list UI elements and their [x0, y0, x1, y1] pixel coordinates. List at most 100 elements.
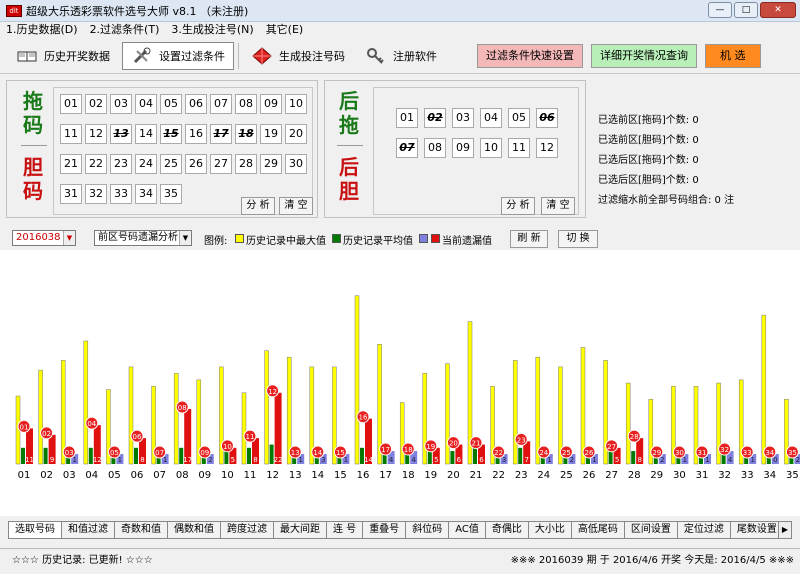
- x-tick-label: 29: [650, 470, 663, 481]
- tab-scroll-right-icon[interactable]: ▶: [778, 521, 792, 539]
- tab-14[interactable]: 定位过滤: [677, 521, 731, 539]
- minimize-button[interactable]: —: [708, 2, 732, 18]
- maximize-button[interactable]: □: [734, 2, 758, 18]
- tab-0[interactable]: 选取号码: [8, 521, 62, 539]
- number-button[interactable]: 10: [285, 94, 307, 114]
- tab-12[interactable]: 高低尾码: [571, 521, 625, 539]
- number-button[interactable]: 33: [110, 184, 132, 204]
- history-data-button[interactable]: 历史开奖数据: [8, 42, 118, 70]
- menu-filters[interactable]: 2.过滤条件(T): [90, 22, 160, 38]
- draw-detail-button[interactable]: 详细开奖情况查询: [591, 43, 697, 68]
- legend-avg-swatch: [332, 234, 341, 243]
- number-button[interactable]: 19: [260, 124, 282, 144]
- number-button[interactable]: 09: [260, 94, 282, 114]
- back-analyze-button[interactable]: 分 析: [501, 197, 535, 215]
- generate-numbers-button[interactable]: 生成投注号码: [243, 42, 353, 70]
- tab-1[interactable]: 和值过滤: [62, 521, 115, 539]
- status-right: ※※※ 2016039 期 于 2016/4/6 开奖 今天是: 2016/4/…: [510, 555, 794, 566]
- number-button[interactable]: 31: [60, 184, 82, 204]
- x-tick-label: 23: [515, 470, 528, 481]
- front-clear-button[interactable]: 清 空: [279, 197, 313, 215]
- tab-15[interactable]: 尾数设置: [730, 521, 784, 539]
- tab-11[interactable]: 大小比: [528, 521, 572, 539]
- number-button[interactable]: 27: [210, 154, 232, 174]
- ball-label: 16: [359, 414, 368, 422]
- number-button[interactable]: 35: [160, 184, 182, 204]
- x-tick-label: 15: [334, 470, 347, 481]
- current-value-label: 9: [50, 456, 54, 464]
- number-button[interactable]: 01: [396, 108, 418, 128]
- switch-button[interactable]: 切 换: [558, 230, 598, 248]
- number-button[interactable]: 13: [110, 124, 132, 144]
- quick-filter-button[interactable]: 过滤条件快速设置: [477, 43, 583, 68]
- number-button[interactable]: 09: [452, 138, 474, 158]
- refresh-button[interactable]: 刷 新: [510, 230, 548, 248]
- number-button[interactable]: 02: [85, 94, 107, 114]
- number-button[interactable]: 12: [85, 124, 107, 144]
- tab-2[interactable]: 奇数和值: [115, 521, 168, 539]
- number-button[interactable]: 02: [424, 108, 446, 128]
- back-dan-count: 已选后区[胆码]个数: 0: [598, 175, 699, 186]
- number-button[interactable]: 14: [135, 124, 157, 144]
- tab-4[interactable]: 跨度过滤: [221, 521, 274, 539]
- number-button[interactable]: 21: [60, 154, 82, 174]
- number-button[interactable]: 07: [396, 138, 418, 158]
- tab-8[interactable]: 斜位码: [406, 521, 450, 539]
- number-button[interactable]: 04: [480, 108, 502, 128]
- back-clear-button[interactable]: 清 空: [541, 197, 575, 215]
- close-button[interactable]: ✕: [760, 2, 796, 18]
- number-button[interactable]: 28: [235, 154, 257, 174]
- number-button[interactable]: 04: [135, 94, 157, 114]
- number-button[interactable]: 05: [160, 94, 182, 114]
- set-filters-button[interactable]: 设置过滤条件: [122, 41, 234, 70]
- number-button[interactable]: 30: [285, 154, 307, 174]
- number-button[interactable]: 11: [60, 124, 82, 144]
- number-button[interactable]: 18: [235, 124, 257, 144]
- random-pick-button[interactable]: 机 选: [705, 43, 761, 68]
- number-button[interactable]: 34: [135, 184, 157, 204]
- number-button[interactable]: 11: [508, 138, 530, 158]
- tab-3[interactable]: 偶数和值: [168, 521, 221, 539]
- tab-9[interactable]: AC值: [449, 521, 486, 539]
- number-button[interactable]: 07: [210, 94, 232, 114]
- number-button[interactable]: 26: [185, 154, 207, 174]
- front-analyze-button[interactable]: 分 析: [241, 197, 275, 215]
- number-button[interactable]: 23: [110, 154, 132, 174]
- number-button[interactable]: 08: [424, 138, 446, 158]
- label-divider: [337, 145, 363, 146]
- max-bar: [83, 340, 89, 465]
- tab-5[interactable]: 最大间距: [274, 521, 327, 539]
- number-button[interactable]: 25: [160, 154, 182, 174]
- number-button[interactable]: 06: [185, 94, 207, 114]
- tab-6[interactable]: 连 号: [327, 521, 364, 539]
- ball-label: 21: [472, 440, 481, 448]
- current-value-label: 6: [479, 456, 484, 464]
- number-button[interactable]: 29: [260, 154, 282, 174]
- number-button[interactable]: 05: [508, 108, 530, 128]
- number-button[interactable]: 24: [135, 154, 157, 174]
- max-bar: [38, 369, 43, 465]
- number-button[interactable]: 20: [285, 124, 307, 144]
- number-button[interactable]: 12: [536, 138, 558, 158]
- menu-generate[interactable]: 3.生成投注号(N): [171, 22, 253, 38]
- tab-7[interactable]: 重叠号: [363, 521, 407, 539]
- analysis-mode-select[interactable]: 前区号码遗漏分析 ▼: [94, 230, 192, 246]
- number-button[interactable]: 16: [185, 124, 207, 144]
- tab-10[interactable]: 奇偶比: [485, 521, 529, 539]
- front-dan-label-2: 码: [23, 179, 43, 203]
- menu-history[interactable]: 1.历史数据(D): [6, 22, 78, 38]
- menu-other[interactable]: 其它(E): [266, 22, 304, 38]
- number-button[interactable]: 10: [480, 138, 502, 158]
- number-button[interactable]: 15: [160, 124, 182, 144]
- number-button[interactable]: 03: [110, 94, 132, 114]
- number-button[interactable]: 03: [452, 108, 474, 128]
- tab-13[interactable]: 区间设置: [624, 521, 678, 539]
- number-button[interactable]: 32: [85, 184, 107, 204]
- number-button[interactable]: 17: [210, 124, 232, 144]
- number-button[interactable]: 01: [60, 94, 82, 114]
- number-button[interactable]: 08: [235, 94, 257, 114]
- number-button[interactable]: 06: [536, 108, 558, 128]
- issue-select[interactable]: 2016038 ▼: [12, 230, 76, 246]
- number-button[interactable]: 22: [85, 154, 107, 174]
- register-button[interactable]: 注册软件: [357, 42, 445, 70]
